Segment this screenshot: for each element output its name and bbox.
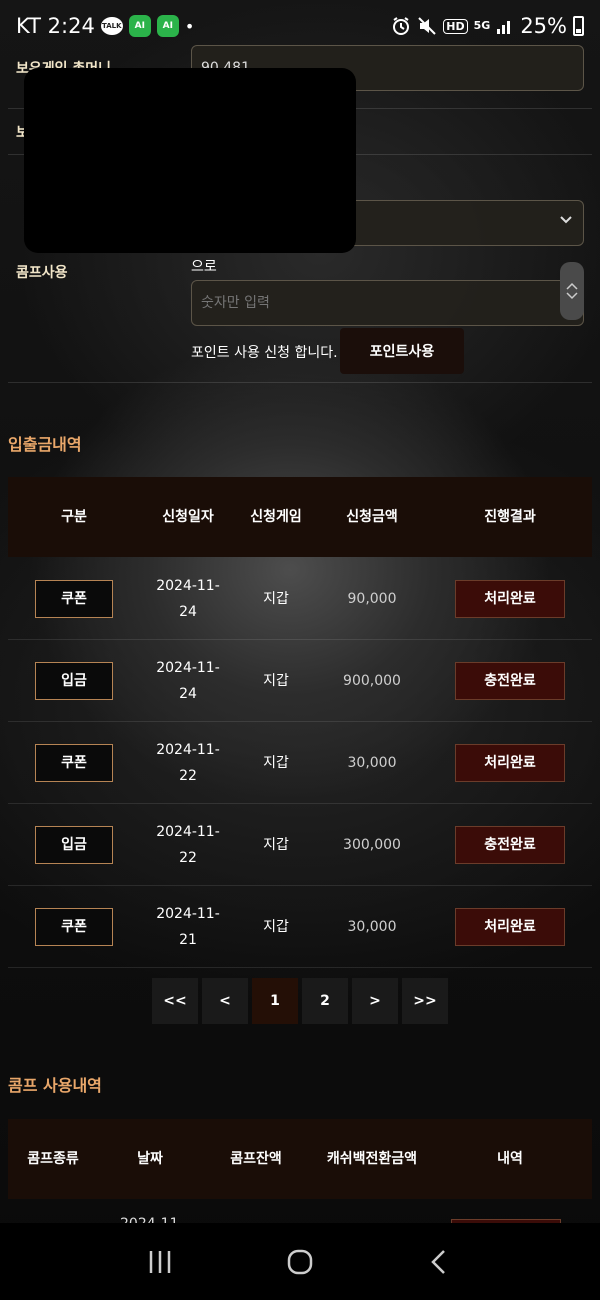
mute-icon [418, 17, 436, 35]
signal-icon [497, 21, 511, 34]
page-1-button[interactable]: 1 [252, 978, 298, 1024]
type-cell: 입금 [8, 804, 140, 886]
type-cell: 입금 [8, 640, 140, 722]
result-cell: 처리완료 [428, 722, 592, 804]
page-2-button[interactable]: 2 [302, 978, 348, 1024]
header-cashback: 캐쉬백전환금액 [326, 1151, 418, 1167]
quantity-stepper[interactable] [560, 262, 584, 320]
type-badge: 쿠폰 [35, 580, 113, 618]
type-cell: 쿠폰 [8, 886, 140, 968]
amount-cell: 30,000 [347, 919, 397, 935]
type-badge: 쿠폰 [35, 908, 113, 946]
chevron-up-icon[interactable] [566, 281, 578, 291]
carrier-time: KT 2:24 [16, 14, 95, 38]
divider [8, 382, 592, 383]
result-badge: 처리완료 [455, 580, 565, 618]
first-page-button[interactable]: << [152, 978, 198, 1024]
table-row: 쿠폰 2024-11-21 지갑 30,000 처리완료 [8, 886, 592, 968]
header-comp-type: 콤프종류 [27, 1151, 79, 1167]
amount-cell: 30,000 [347, 755, 397, 771]
to-text: 으로 [191, 259, 217, 275]
game-cell: 지갑 [263, 591, 289, 607]
game-cell: 지갑 [263, 919, 289, 935]
redacted-area [24, 68, 356, 253]
header-comp-date: 날짜 [137, 1151, 163, 1167]
battery-icon [573, 16, 584, 36]
result-cell: 처리완료 [428, 558, 592, 640]
date-cell: 2024-11-24 [156, 660, 220, 702]
table-row: 입금 2024-11-24 지갑 900,000 충전완료 [8, 640, 592, 722]
type-cell: 쿠폰 [8, 722, 140, 804]
header-detail: 내역 [497, 1151, 523, 1167]
network-5g-icon: 5G [473, 19, 491, 32]
table-row: 입금 2024-11-22 지갑 300,000 충전완료 [8, 804, 592, 886]
comp-table-header: 콤프종류 날짜 콤프잔액 캐쉬백전환금액 내역 [8, 1119, 592, 1199]
game-cell: 지갑 [263, 755, 289, 771]
date-cell: 2024-11-24 [156, 578, 220, 620]
next-page-button[interactable]: > [352, 978, 398, 1024]
table-row: 쿠폰 2024-11-22 지갑 30,000 처리완료 [8, 722, 592, 804]
result-cell: 충전완료 [428, 804, 592, 886]
notification-dot-icon: • [184, 16, 195, 36]
history-title: 입출금내역 [8, 435, 82, 454]
header-game: 신청게임 [250, 509, 302, 525]
date-cell: 2024-11-21 [156, 906, 220, 948]
date-cell: 2024-11-22 [156, 742, 220, 784]
home-icon[interactable] [286, 1248, 314, 1276]
header-date: 신청일자 [162, 509, 214, 525]
header-amount: 신청금액 [346, 509, 398, 525]
amount-cell: 300,000 [343, 837, 401, 853]
table-row: 쿠폰 2024-11-24 지갑 90,000 처리완료 [8, 558, 592, 640]
game-cell: 지갑 [263, 837, 289, 853]
type-badge: 입금 [35, 826, 113, 864]
comp-amount-input[interactable] [191, 280, 584, 326]
android-nav-bar [0, 1223, 600, 1300]
result-badge: 충전완료 [455, 662, 565, 700]
header-type: 구분 [61, 509, 87, 525]
back-icon[interactable] [426, 1248, 454, 1276]
header-comp-balance: 콤프잔액 [230, 1151, 282, 1167]
last-page-button[interactable]: >> [402, 978, 448, 1024]
result-badge: 처리완료 [455, 908, 565, 946]
type-badge: 입금 [35, 662, 113, 700]
history-table-header: 구분 신청일자 신청게임 신청금액 진행결과 [8, 477, 592, 557]
chevron-down-icon [560, 216, 572, 224]
date-cell: 2024-11-22 [156, 824, 220, 866]
alarm-icon [393, 17, 410, 35]
green-app-icon: AI [128, 15, 151, 37]
point-use-button[interactable]: 포인트사용 [340, 328, 464, 374]
comp-history-title: 콤프 사용내역 [8, 1076, 102, 1095]
point-notice: 포인트 사용 신청 합니다. [191, 345, 338, 361]
pagination: << < 1 2 > >> [152, 978, 448, 1024]
hd-voice-icon: HD [443, 18, 468, 34]
recent-apps-icon[interactable] [146, 1248, 174, 1276]
amount-cell: 90,000 [347, 591, 397, 607]
result-badge: 처리완료 [455, 744, 565, 782]
result-cell: 충전완료 [428, 640, 592, 722]
comp-label: 콤프사용 [16, 265, 68, 281]
type-cell: 쿠폰 [8, 558, 140, 640]
talk-icon: TALK [100, 17, 123, 35]
type-badge: 쿠폰 [35, 744, 113, 782]
result-cell: 처리완료 [428, 886, 592, 968]
prev-page-button[interactable]: < [202, 978, 248, 1024]
battery-percent: 25% [520, 14, 567, 38]
result-badge: 충전완료 [455, 826, 565, 864]
amount-cell: 900,000 [343, 673, 401, 689]
status-bar: KT 2:24 TALK AI AI • HD 5G 25% [0, 0, 600, 52]
green-app-icon: AI [156, 15, 179, 37]
header-result: 진행결과 [484, 509, 536, 525]
game-cell: 지갑 [263, 673, 289, 689]
chevron-down-icon[interactable] [566, 291, 578, 301]
